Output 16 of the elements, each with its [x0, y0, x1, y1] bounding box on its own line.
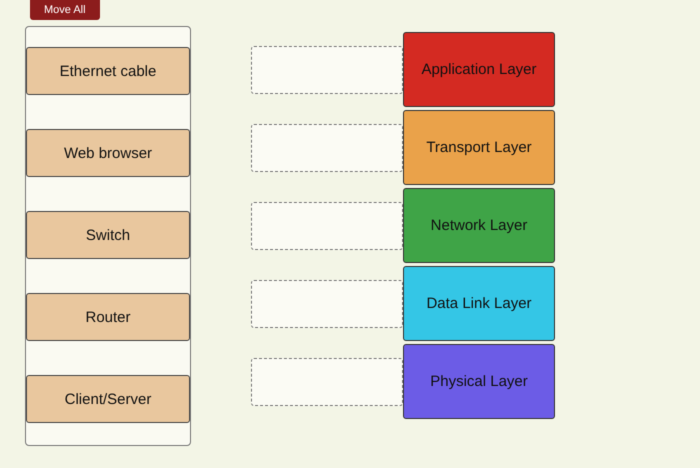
move-all-button[interactable]: Move All [30, 0, 100, 20]
drop-zone[interactable] [251, 124, 403, 172]
layer-label: Transport Layer [403, 110, 555, 185]
layer-label: Data Link Layer [403, 266, 555, 341]
drop-zone[interactable] [251, 280, 403, 328]
drop-zone[interactable] [251, 202, 403, 250]
layer-label: Network Layer [403, 188, 555, 263]
layer-label: Physical Layer [403, 344, 555, 419]
draggable-item[interactable]: Switch [26, 211, 190, 259]
draggable-item[interactable]: Client/Server [26, 375, 190, 423]
draggable-item[interactable]: Ethernet cable [26, 47, 190, 95]
draggable-item[interactable]: Web browser [26, 129, 190, 177]
draggable-item[interactable]: Router [26, 293, 190, 341]
layer-label: Application Layer [403, 32, 555, 107]
drop-zone[interactable] [251, 358, 403, 406]
drop-zone[interactable] [251, 46, 403, 94]
